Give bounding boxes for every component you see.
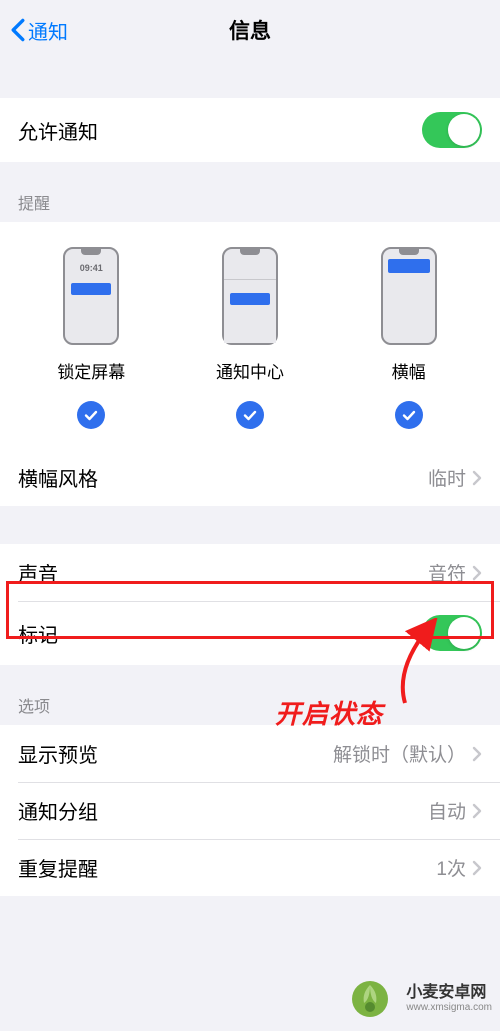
- alert-option-lock[interactable]: 09:41 锁定屏幕: [13, 246, 170, 429]
- check-icon: [401, 407, 417, 423]
- alert-option-banner[interactable]: 横幅: [330, 246, 487, 429]
- allow-notifications-label: 允许通知: [18, 116, 98, 145]
- chevron-right-icon: [472, 565, 482, 581]
- show-previews-value: 解锁时（默认）: [333, 740, 466, 767]
- back-label: 通知: [28, 16, 68, 45]
- badges-toggle[interactable]: [422, 615, 482, 651]
- options-header: 选项: [0, 665, 500, 725]
- chevron-right-icon: [472, 746, 482, 762]
- watermark-name: 小麦安卓网: [406, 984, 492, 1002]
- alerts-header: 提醒: [0, 162, 500, 222]
- allow-group: 允许通知: [0, 98, 500, 162]
- sound-value: 音符: [428, 559, 466, 586]
- watermark-url: www.xmsigma.com: [406, 1002, 492, 1013]
- grouping-row[interactable]: 通知分组 自动: [0, 782, 500, 839]
- sound-badge-group: 声音 音符 标记: [0, 544, 500, 665]
- back-button[interactable]: 通知: [0, 16, 68, 45]
- badges-label: 标记: [18, 619, 58, 648]
- chevron-right-icon: [472, 803, 482, 819]
- chevron-right-icon: [472, 470, 482, 486]
- options-group: 显示预览 解锁时（默认） 通知分组 自动 重复提醒 1次: [0, 725, 500, 896]
- alert-option-center[interactable]: 通知中心: [171, 246, 328, 429]
- show-previews-row[interactable]: 显示预览 解锁时（默认）: [0, 725, 500, 782]
- check-icon: [83, 407, 99, 423]
- banner-style-row[interactable]: 横幅风格 临时: [0, 449, 500, 506]
- banner-style-label: 横幅风格: [18, 463, 98, 492]
- alert-center-check[interactable]: [236, 401, 264, 429]
- watermark-text: 小麦安卓网 www.xmsigma.com: [406, 984, 492, 1013]
- page-title: 信息: [0, 15, 500, 45]
- alerts-row: 09:41 锁定屏幕 通知中心 横幅: [0, 222, 500, 449]
- lock-time: 09:41: [65, 263, 117, 273]
- repeat-row[interactable]: 重复提醒 1次: [0, 839, 500, 896]
- banner-icon: [381, 247, 437, 345]
- grouping-label: 通知分组: [18, 796, 98, 825]
- sound-label: 声音: [18, 558, 58, 587]
- check-icon: [242, 407, 258, 423]
- watermark-logo-icon: [350, 979, 390, 1019]
- chevron-right-icon: [472, 860, 482, 876]
- chevron-left-icon: [10, 18, 26, 42]
- show-previews-label: 显示预览: [18, 739, 98, 768]
- banner-style-value: 临时: [428, 464, 466, 491]
- notification-center-icon: [222, 247, 278, 345]
- alert-banner-label: 横幅: [392, 358, 426, 383]
- nav-bar: 通知 信息: [0, 0, 500, 60]
- alerts-group: 09:41 锁定屏幕 通知中心 横幅: [0, 222, 500, 506]
- allow-notifications-toggle[interactable]: [422, 112, 482, 148]
- sound-row[interactable]: 声音 音符: [0, 544, 500, 601]
- grouping-value: 自动: [428, 797, 466, 824]
- alert-lock-label: 锁定屏幕: [57, 358, 125, 383]
- alert-lock-check[interactable]: [77, 401, 105, 429]
- badges-row: 标记: [0, 601, 500, 665]
- alert-banner-check[interactable]: [395, 401, 423, 429]
- lock-screen-icon: 09:41: [63, 247, 119, 345]
- repeat-label: 重复提醒: [18, 853, 98, 882]
- repeat-value: 1次: [436, 854, 466, 881]
- allow-notifications-row: 允许通知: [0, 98, 500, 162]
- alert-center-label: 通知中心: [216, 358, 284, 383]
